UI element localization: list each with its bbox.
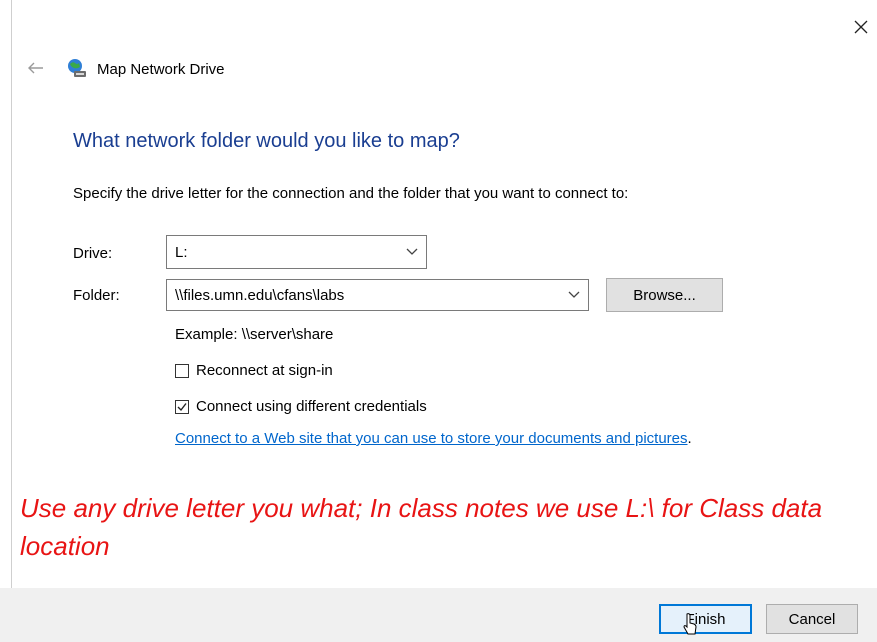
page-heading: What network folder would you like to ma… — [73, 130, 460, 152]
instruction-text: Specify the drive letter for the connect… — [73, 185, 629, 202]
folder-label: Folder: — [73, 287, 120, 304]
credentials-label[interactable]: Connect using different credentials — [196, 398, 427, 415]
credentials-option[interactable]: Connect using different credentials — [175, 398, 427, 415]
folder-input[interactable]: \\files.umn.edu\cfans\labs — [175, 287, 344, 304]
back-arrow-icon — [28, 62, 43, 74]
dialog-title: Map Network Drive — [97, 61, 225, 78]
chevron-down-icon[interactable] — [568, 291, 580, 299]
network-drive-icon — [68, 59, 86, 77]
folder-combobox[interactable]: \\files.umn.edu\cfans\labs — [166, 279, 589, 311]
back-button[interactable] — [26, 58, 46, 78]
example-text: Example: \\server\share — [175, 326, 334, 343]
chevron-down-icon — [406, 248, 418, 255]
checkmark-icon — [177, 402, 187, 411]
reconnect-checkbox[interactable] — [175, 363, 189, 378]
close-button[interactable] — [848, 14, 874, 40]
web-site-link-row: Connect to a Web site that you can use t… — [175, 430, 692, 447]
drive-select[interactable]: L: — [166, 235, 427, 269]
drive-label: Drive: — [73, 245, 113, 262]
mouse-cursor-icon — [683, 613, 697, 635]
cancel-button[interactable]: Cancel — [766, 604, 858, 634]
link-suffix: . — [687, 430, 692, 447]
browse-button[interactable]: Browse... — [606, 278, 723, 312]
annotation-note: Use any drive letter you what; In class … — [20, 493, 823, 561]
reconnect-label[interactable]: Reconnect at sign-in — [196, 362, 333, 379]
close-icon — [854, 20, 868, 34]
drive-select-value: L: — [175, 243, 188, 261]
web-site-link[interactable]: Connect to a Web site that you can use t… — [175, 430, 688, 447]
window-left-border — [11, 0, 12, 642]
reconnect-option[interactable]: Reconnect at sign-in — [175, 362, 333, 379]
finish-button[interactable]: Finish — [659, 604, 752, 634]
credentials-checkbox[interactable] — [175, 399, 189, 414]
